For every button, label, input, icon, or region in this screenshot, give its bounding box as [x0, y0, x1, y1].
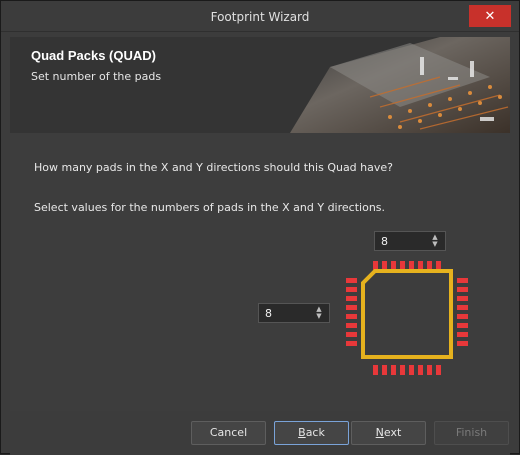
- left-pads: [346, 278, 357, 346]
- back-button[interactable]: Back: [274, 421, 349, 445]
- next-button[interactable]: Next: [351, 421, 426, 445]
- chevron-up-down-icon[interactable]: ▲ ▼: [430, 234, 440, 248]
- close-icon: ✕: [484, 8, 496, 24]
- window-title: Footprint Wizard: [210, 10, 310, 24]
- next-label-rest: ext: [383, 426, 402, 439]
- page-title: Quad Packs (QUAD): [31, 48, 156, 63]
- pcb-banner-image: [290, 37, 510, 133]
- close-button[interactable]: ✕: [469, 5, 511, 27]
- bottom-pads: [373, 365, 441, 375]
- wizard-content: How many pads in the X and Y directions …: [10, 133, 510, 411]
- wizard-header: Quad Packs (QUAD) Set number of the pads: [10, 37, 510, 133]
- pads-x-spinner[interactable]: 8 ▲ ▼: [374, 231, 446, 251]
- title-bar[interactable]: Footprint Wizard ✕: [1, 1, 519, 32]
- finish-button[interactable]: Finish: [434, 421, 509, 445]
- instruction-text: Select values for the numbers of pads in…: [34, 201, 386, 214]
- pads-y-spinner[interactable]: 8 ▲ ▼: [258, 303, 330, 323]
- page-subtitle: Set number of the pads: [31, 70, 162, 83]
- package-outline: [361, 269, 453, 359]
- pads-y-value: 8: [265, 307, 272, 320]
- chevron-up-down-icon[interactable]: ▲ ▼: [314, 306, 324, 320]
- next-mnemonic: N: [375, 426, 384, 439]
- pads-x-value: 8: [381, 235, 388, 248]
- quad-package-preview: [346, 261, 468, 375]
- cancel-button[interactable]: Cancel: [191, 421, 266, 445]
- back-mnemonic: B: [298, 426, 306, 439]
- footprint-wizard-window: Footprint Wizard ✕ Quad Packs (QUAD) Set…: [0, 0, 520, 455]
- question-text: How many pads in the X and Y directions …: [34, 161, 393, 174]
- right-pads: [457, 278, 468, 346]
- button-bar: Cancel Back Next Finish: [10, 411, 510, 455]
- back-label-rest: ack: [305, 426, 325, 439]
